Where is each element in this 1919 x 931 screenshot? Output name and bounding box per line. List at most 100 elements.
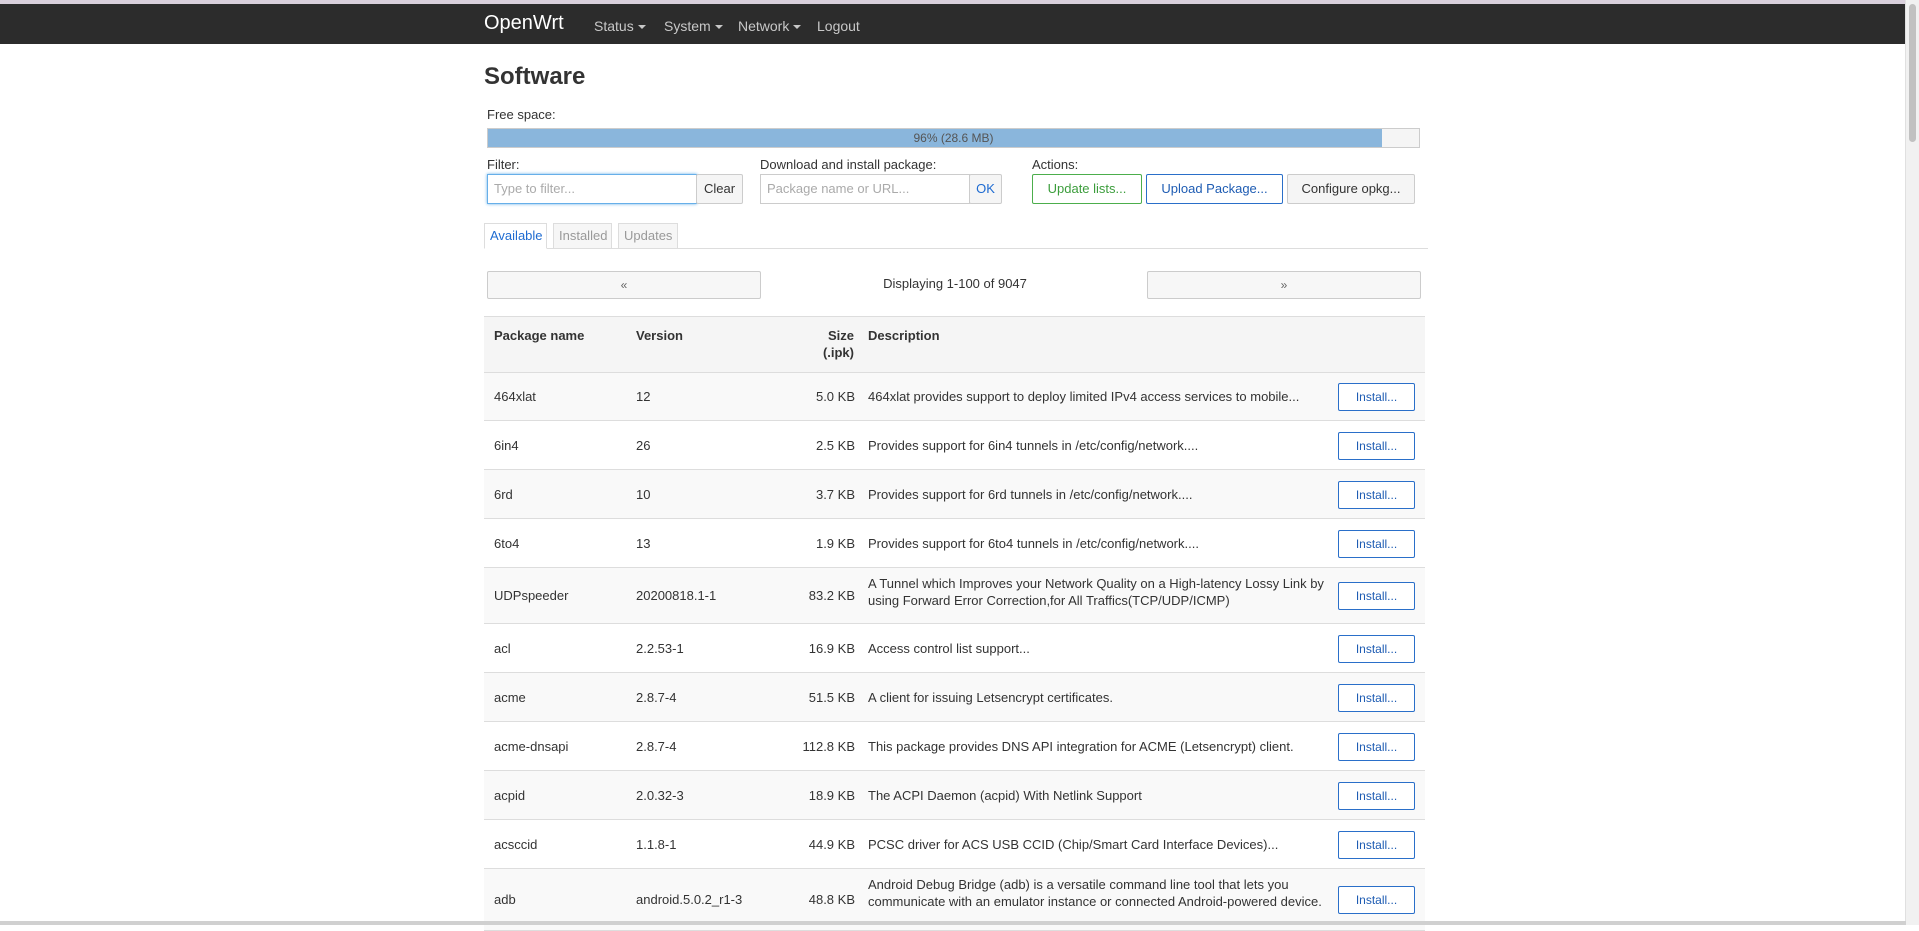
version-cell: 10 [636, 487, 651, 502]
package-name-cell: adb [494, 892, 516, 907]
install-button[interactable]: Install... [1338, 733, 1415, 761]
version-cell: 2.0.32-3 [636, 788, 684, 803]
version-cell: 1.1.8-1 [636, 837, 677, 852]
description-cell: The ACPI Daemon (acpid) With Netlink Sup… [868, 788, 1142, 803]
package-name-cell: UDPspeeder [494, 588, 569, 603]
size-cell: 1.9 KB [815, 536, 855, 551]
version-cell: 26 [636, 438, 651, 453]
nav-network[interactable]: Network [738, 17, 802, 35]
package-name-cell: 6rd [494, 487, 513, 502]
description-cell: PCSC driver for ACS USB CCID (Chip/Smart… [868, 837, 1279, 852]
header-version[interactable]: Version [636, 327, 683, 344]
nav-system-label: System [664, 18, 711, 34]
header-size-line2: (.ipk) [822, 345, 854, 360]
install-button[interactable]: Install... [1338, 782, 1415, 810]
filter-input[interactable]: Type to filter... [487, 174, 697, 204]
package-name-cell: acsccid [494, 837, 538, 852]
package-name-cell: acme [494, 690, 526, 705]
install-button[interactable]: Install... [1338, 635, 1415, 663]
install-button[interactable]: Install... [1338, 530, 1415, 558]
ok-button[interactable]: OK [969, 174, 1002, 204]
install-button[interactable]: Install... [1338, 383, 1415, 411]
nav-status-label: Status [594, 18, 634, 34]
version-cell: 2.8.7-4 [636, 739, 677, 754]
install-button[interactable]: Install... [1338, 582, 1415, 610]
version-cell: 12 [636, 389, 651, 404]
table-row: 6in4 26 2.5 KB Provides support for 6in4 tu… [484, 421, 1425, 470]
package-url-input[interactable]: Package name or URL... [760, 174, 970, 204]
description-cell: Provides support for 6in4 tunnels in /et… [868, 438, 1199, 453]
free-space-text: 96% (28.6 MB) [913, 131, 994, 145]
nav-system[interactable]: System [664, 17, 723, 35]
description-cell: Provides support for 6to4 tunnels in /et… [868, 536, 1199, 551]
free-space-progress: 96% (28.6 MB) [487, 128, 1420, 148]
description-cell: This package provides DNS API integratio… [868, 739, 1294, 754]
description-cell: A Tunnel which Improves your Network Qua… [868, 576, 1324, 608]
header-size[interactable]: Size (.ipk) [794, 327, 854, 361]
chevron-down-icon [637, 25, 646, 30]
clear-button[interactable]: Clear [696, 174, 743, 204]
table-row: 6rd 10 3.7 KB Provides support for 6rd tunn… [484, 470, 1425, 519]
header-package-name[interactable]: Package name [494, 327, 584, 344]
actions-label: Actions: [1032, 157, 1079, 172]
size-cell: 48.8 KB [808, 892, 855, 907]
table-header: Package name Version Size (.ipk) Descrip… [484, 316, 1425, 373]
chevron-down-icon [793, 25, 802, 30]
brand-logo[interactable]: OpenWrt [484, 10, 564, 36]
table-row: acsccid 1.1.8-1 44.9 KB PCSC driver for ACS… [484, 820, 1425, 869]
description-cell: Access control list support... [868, 641, 1030, 656]
table-row: acpid 2.0.32-3 18.9 KB The ACPI Daemon (acp… [484, 771, 1425, 820]
bottom-edge [0, 921, 1906, 925]
table-row: 464xlat 12 5.0 KB 464xlat provides support … [484, 373, 1425, 421]
size-cell: 18.9 KB [808, 788, 855, 803]
size-cell: 5.0 KB [815, 389, 855, 404]
pager-prev-button[interactable]: « [487, 271, 761, 299]
size-cell: 3.7 KB [815, 487, 855, 502]
size-cell: 83.2 KB [808, 588, 855, 603]
size-cell: 51.5 KB [808, 690, 855, 705]
header-size-line1: Size [827, 328, 854, 343]
tab-updates[interactable]: Updates [618, 223, 678, 249]
description-cell: 464xlat provides support to deploy limit… [868, 389, 1300, 404]
description-cell: Provides support for 6rd tunnels in /etc… [868, 487, 1193, 502]
package-name-cell: 6to4 [494, 536, 520, 551]
page-title: Software [484, 63, 586, 90]
filter-label: Filter: [487, 157, 520, 172]
table-row: acme 2.8.7-4 51.5 KB A client for issuing L… [484, 673, 1425, 722]
package-name-cell: 464xlat [494, 389, 536, 404]
pager-next-button[interactable]: » [1147, 271, 1421, 299]
upload-package-button[interactable]: Upload Package... [1146, 174, 1283, 204]
package-name-cell: acme-dnsapi [494, 739, 569, 754]
tab-available[interactable]: Available [484, 223, 547, 249]
tab-installed[interactable]: Installed [553, 223, 612, 249]
size-cell: 16.9 KB [808, 641, 855, 656]
install-button[interactable]: Install... [1338, 886, 1415, 914]
version-cell: 20200818.1-1 [636, 588, 717, 603]
package-name-cell: 6in4 [494, 438, 519, 453]
header-description[interactable]: Description [868, 327, 940, 344]
scrollbar-thumb[interactable] [1909, 4, 1916, 142]
version-cell: 2.2.53-1 [636, 641, 684, 656]
table-row: acme-dnsapi 2.8.7-4 112.8 KB This package p… [484, 722, 1425, 771]
package-table: Package name Version Size (.ipk) Descrip… [484, 316, 1425, 931]
description-cell: Android Debug Bridge (adb) is a versatil… [868, 877, 1322, 909]
size-cell: 112.8 KB [802, 739, 855, 754]
version-cell: 2.8.7-4 [636, 690, 677, 705]
install-button[interactable]: Install... [1338, 432, 1415, 460]
table-body: 464xlat 12 5.0 KB 464xlat provides support … [484, 373, 1425, 931]
install-button[interactable]: Install... [1338, 684, 1415, 712]
table-row: 6to4 13 1.9 KB Provides support for 6to4 tu… [484, 519, 1425, 568]
pager-status: Displaying 1-100 of 9047 [883, 276, 1027, 291]
configure-opkg-button[interactable]: Configure opkg... [1287, 174, 1415, 204]
table-row: acl 2.2.53-1 16.9 KB Access control list su… [484, 624, 1425, 673]
install-button[interactable]: Install... [1338, 831, 1415, 859]
package-name-cell: acl [494, 641, 511, 656]
navbar: OpenWrt Status System Network Logout [0, 4, 1906, 44]
nav-status[interactable]: Status [594, 17, 646, 35]
update-lists-button[interactable]: Update lists... [1032, 174, 1142, 204]
nav-logout[interactable]: Logout [817, 17, 860, 35]
scrollbar[interactable] [1905, 0, 1919, 925]
table-row: UDPspeeder 20200818.1-1 83.2 KB A Tunnel wh… [484, 568, 1425, 624]
install-button[interactable]: Install... [1338, 481, 1415, 509]
version-cell: 13 [636, 536, 651, 551]
